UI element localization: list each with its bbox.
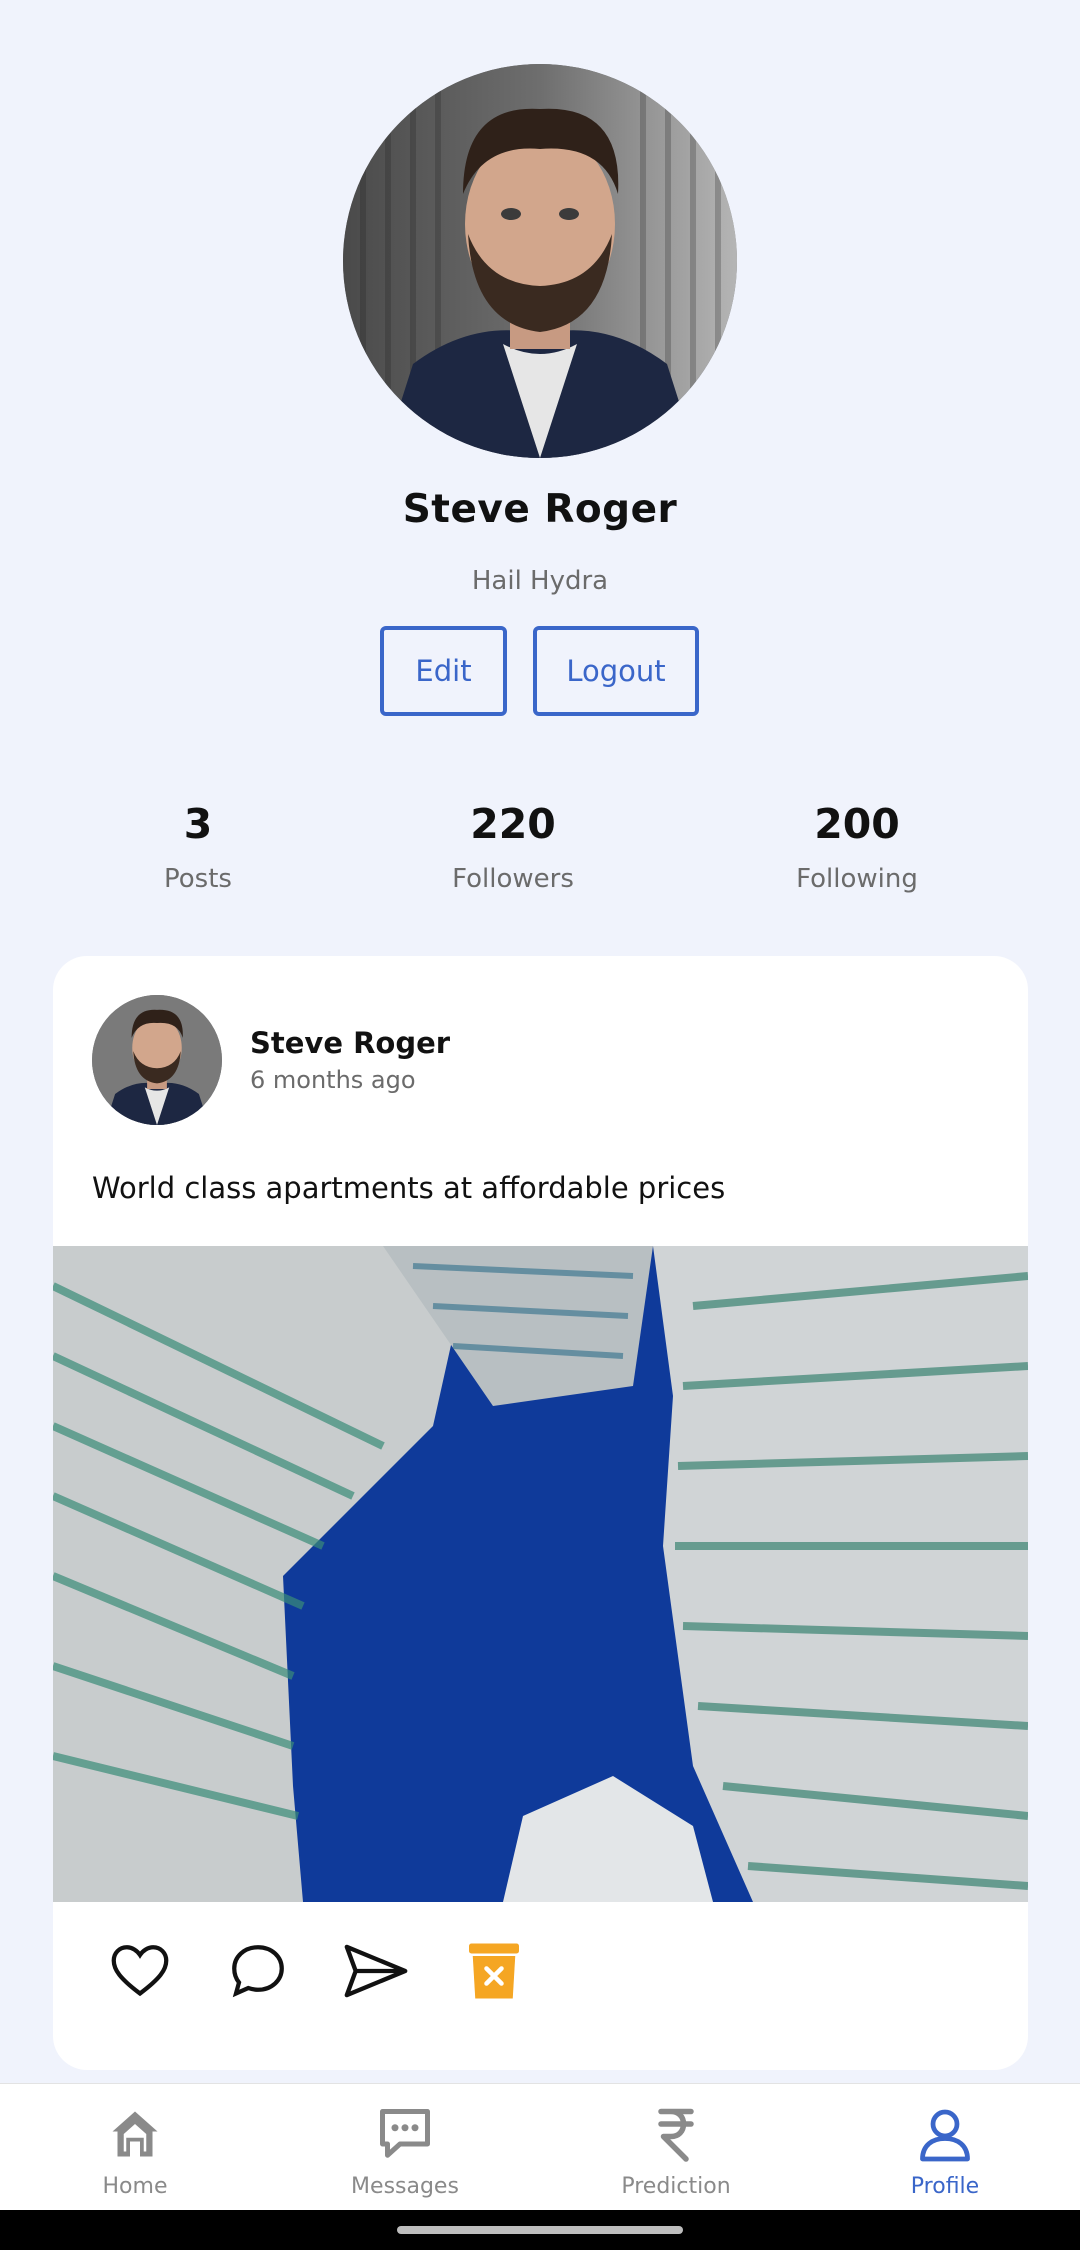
profile-bio: Hail Hydra [471,566,609,596]
buildings-photo [53,1246,1028,1902]
nav-home[interactable]: Home [35,2084,235,2211]
profile-icon [920,2109,970,2162]
comment-icon [232,1945,284,1998]
post-author-name[interactable]: Steve Roger [250,1026,450,1060]
comment-button[interactable] [223,1936,293,2006]
nav-profile[interactable]: Profile [845,2084,1045,2211]
nav-profile-label: Profile [910,2174,980,2199]
bottom-navigation: Home Messages Prediction Profile [0,2083,1080,2211]
nav-prediction[interactable]: Prediction [576,2084,776,2211]
profile-photo [343,64,737,458]
logout-button[interactable]: Logout [533,626,699,716]
post-image[interactable] [53,1246,1028,1902]
home-icon [112,2111,158,2157]
stat-following[interactable]: 200 Following [737,800,977,894]
like-button[interactable] [105,1936,175,2006]
stat-posts[interactable]: 3 Posts [78,800,318,894]
nav-messages-label: Messages [351,2174,459,2199]
share-button[interactable] [341,1936,411,2006]
stat-followers-value: 220 [470,800,556,848]
post-card: Steve Roger 6 months ago World class apa… [53,956,1028,2070]
nav-messages[interactable]: Messages [305,2084,505,2211]
system-navigation-bar [0,2210,1080,2250]
post-timestamp: 6 months ago [250,1066,416,1094]
nav-prediction-label: Prediction [621,2174,731,2199]
delete-button[interactable] [459,1936,529,2006]
nav-home-label: Home [102,2174,168,2199]
post-caption: World class apartments at affordable pri… [92,1171,726,1205]
post-author-photo [92,995,222,1125]
profile-name: Steve Roger [402,487,678,532]
stat-following-value: 200 [814,800,900,848]
stat-followers-label: Followers [452,864,574,894]
stat-followers[interactable]: 220 Followers [393,800,633,894]
profile-page: Steve Roger Hail Hydra Edit Logout 3 Pos… [0,0,1080,2250]
edit-button[interactable]: Edit [380,626,507,716]
stat-posts-label: Posts [164,864,232,894]
profile-avatar[interactable] [343,64,737,458]
post-author-avatar[interactable] [92,995,222,1125]
stat-following-label: Following [796,864,918,894]
message-icon [380,2109,430,2158]
home-indicator[interactable] [397,2226,683,2234]
delete-icon [469,1943,519,1999]
rupee-icon [658,2108,694,2162]
heart-icon [111,1945,169,1997]
send-icon [344,1944,408,1998]
stat-posts-value: 3 [183,800,213,848]
